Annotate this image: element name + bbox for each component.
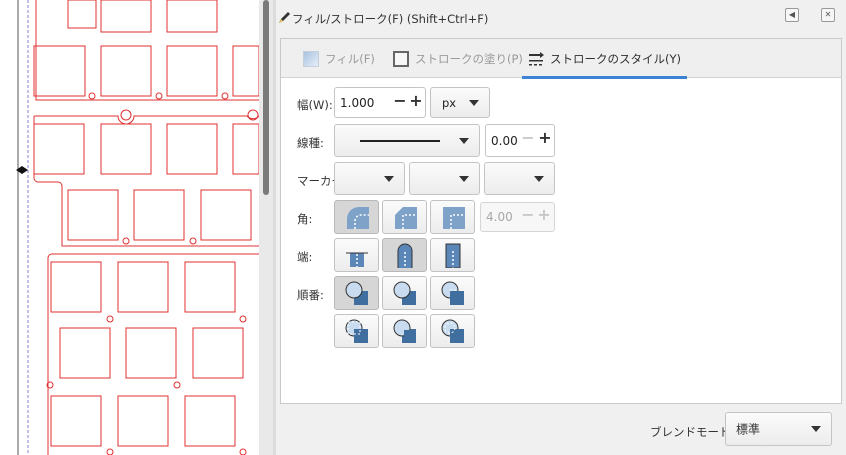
chevron-down-icon [469, 99, 479, 106]
cap-round-icon [397, 243, 412, 268]
order-fill-markers-stroke-button[interactable] [430, 276, 475, 310]
cap-butt-icon [345, 252, 368, 267]
miter-increment-button[interactable]: + [537, 205, 551, 225]
scrollbar-thumb[interactable] [263, 0, 269, 195]
unit-dropdown[interactable]: px [430, 87, 490, 118]
paint-order-icon [345, 319, 368, 343]
paint-order-icon [345, 281, 368, 305]
cap-round-button[interactable] [382, 238, 427, 272]
width-label: 幅(W): [297, 98, 333, 112]
blend-mode-value: 標準 [736, 422, 761, 437]
solid-line-preview [360, 140, 440, 142]
start-marker-dropdown[interactable] [334, 162, 405, 195]
tab-stroke-paint[interactable]: ストロークの塗り(P) [393, 39, 523, 78]
cap-square-icon [445, 243, 460, 268]
cap-square-button[interactable] [430, 238, 475, 272]
width-spinbox[interactable]: 1.000 − + [334, 87, 426, 118]
pen-icon [279, 12, 290, 23]
order-fill-stroke-markers-button[interactable] [334, 276, 379, 310]
chevron-down-icon [384, 175, 394, 182]
blend-mode-label: ブレンドモード: [650, 425, 735, 439]
fill-swatch-icon [303, 50, 319, 67]
dash-offset-decrement-button[interactable]: − [521, 128, 535, 148]
stroke-paint-icon [393, 50, 409, 67]
join-label: 角: [297, 212, 313, 226]
miter-limit-spinbox[interactable]: 4.00 − + [480, 202, 555, 232]
chevron-down-icon [459, 137, 469, 144]
dash-offset-spinbox[interactable]: 0.00 − + [485, 124, 555, 157]
cap-butt-button[interactable] [334, 238, 379, 272]
tab-fill-label: フィル(F) [325, 51, 375, 66]
cap-label: 端: [297, 250, 313, 264]
order-stroke-fill-markers-button[interactable] [382, 276, 427, 310]
chevron-down-icon [459, 175, 469, 182]
join-miter-button[interactable] [430, 200, 475, 234]
paint-order-icon [441, 281, 464, 305]
tab-bar: フィル(F) ストロークの塗り(P) ストロークのスタイル(Y) [281, 39, 841, 79]
join-round-button[interactable] [334, 200, 379, 234]
dash-label: 線種: [297, 136, 324, 150]
dash-offset-increment-button[interactable]: + [538, 128, 552, 148]
tab-fill[interactable]: フィル(F) [303, 39, 375, 78]
active-tab-indicator [522, 76, 687, 79]
join-bevel-icon [394, 207, 417, 229]
dialog-titlebar: フィル/ストローク(F) (Shift+Ctrl+F) ◀ ✕ [276, 0, 846, 34]
drawing-canvas[interactable] [0, 0, 259, 455]
chevron-down-icon [811, 426, 821, 432]
paint-order-icon [393, 281, 416, 305]
order-stroke-markers-fill-button[interactable] [382, 314, 427, 348]
blend-mode-dropdown[interactable]: 標準 [725, 412, 832, 446]
chevron-down-icon [534, 175, 544, 182]
mid-marker-dropdown[interactable] [409, 162, 480, 195]
paint-order-icon [393, 319, 416, 343]
dash-offset-value[interactable]: 0.00 [491, 134, 518, 148]
dialog-title: フィル/ストローク(F) (Shift+Ctrl+F) [292, 12, 489, 26]
canvas-vertical-scrollbar[interactable] [259, 0, 273, 455]
tab-stroke-style[interactable]: ストロークのスタイル(Y) [522, 39, 687, 79]
width-increment-button[interactable]: + [409, 91, 423, 111]
width-value[interactable]: 1.000 [340, 96, 374, 110]
miter-decrement-button[interactable]: − [521, 205, 535, 225]
stroke-style-panel: フィル(F) ストロークの塗り(P) ストロークのスタイル(Y) 幅(W): 1… [280, 38, 842, 404]
unit-value: px [442, 95, 457, 110]
end-marker-dropdown[interactable] [484, 162, 555, 195]
tab-stroke-style-label: ストロークのスタイル(Y) [550, 51, 681, 66]
close-button[interactable]: ✕ [821, 8, 835, 22]
join-bevel-button[interactable] [382, 200, 427, 234]
canvas-drawing [16, 0, 259, 455]
dash-pattern-dropdown[interactable] [334, 124, 480, 157]
order-label: 順番: [297, 288, 324, 302]
order-markers-fill-stroke-button[interactable] [334, 314, 379, 348]
width-decrement-button[interactable]: − [393, 91, 407, 111]
order-markers-stroke-fill-button[interactable] [430, 314, 475, 348]
fill-stroke-dialog: フィル/ストローク(F) (Shift+Ctrl+F) ◀ ✕ フィル(F) ス… [276, 0, 846, 455]
join-round-icon [346, 207, 369, 229]
dock-toggle-button[interactable]: ◀ [785, 8, 799, 22]
stroke-style-icon [529, 51, 544, 65]
miter-limit-value[interactable]: 4.00 [486, 210, 513, 224]
join-miter-icon [442, 207, 465, 229]
paint-order-icon [441, 319, 464, 343]
tab-stroke-paint-label: ストロークの塗り(P) [415, 51, 523, 66]
